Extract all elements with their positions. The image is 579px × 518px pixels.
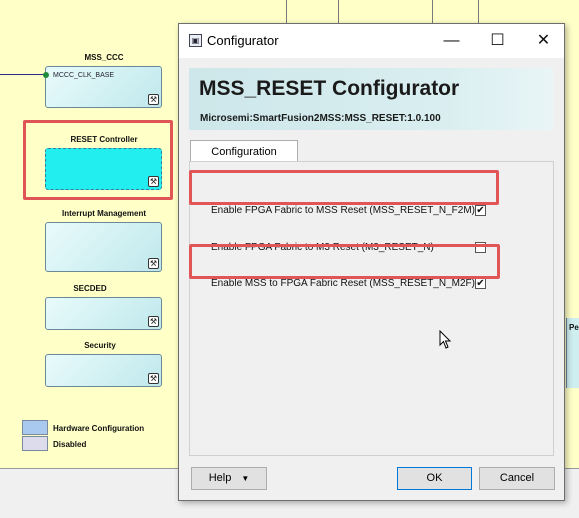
block-title-interrupt-management: Interrupt Management <box>61 209 146 218</box>
legend-swatch-hardware <box>22 420 48 435</box>
wire <box>478 0 479 23</box>
app-icon: ▣ <box>189 34 202 47</box>
block-title-security: Security <box>84 341 116 350</box>
checkbox-f2m[interactable]: ✔ <box>475 205 486 216</box>
interrupt-management-block[interactable]: ⚒ <box>45 222 162 272</box>
port-label: MCCC_CLK_BASE <box>53 72 115 79</box>
close-button[interactable]: ✕ <box>521 24 566 58</box>
highlight-reset-controller <box>23 120 173 200</box>
minimize-button[interactable]: — <box>429 24 474 58</box>
highlight-option-f2m <box>189 170 499 205</box>
security-block[interactable]: ⚒ <box>45 354 162 387</box>
wire <box>0 74 46 75</box>
configurator-dialog: ▣ Configurator — ☐ ✕ MSS_RESET Configura… <box>178 23 565 501</box>
option-label-f2m: Enable FPGA Fabric to MSS Reset (MSS_RES… <box>211 205 475 216</box>
configuration-panel: Enable FPGA Fabric to MSS Reset (MSS_RES… <box>189 161 554 456</box>
header-subtitle: Microsemi:SmartFusion2MSS:MSS_RESET:1.0.… <box>200 113 441 124</box>
wrench-icon[interactable]: ⚒ <box>148 94 159 105</box>
secded-block[interactable]: ⚒ <box>45 297 162 330</box>
window-title: Configurator <box>207 33 279 48</box>
ok-button[interactable]: OK <box>397 467 472 490</box>
block-title-mss-ccc: MSS_CCC <box>84 53 124 62</box>
offscreen-block-label: Pe <box>569 323 579 332</box>
wire <box>432 0 433 23</box>
title-bar[interactable]: ▣ Configurator — ☐ ✕ <box>179 24 564 58</box>
legend-swatch-disabled <box>22 436 48 451</box>
maximize-button[interactable]: ☐ <box>475 24 520 58</box>
header-title: MSS_RESET Configurator <box>199 77 460 100</box>
help-button[interactable]: Help ▼ <box>191 467 267 490</box>
header-band: MSS_RESET Configurator Microsemi:SmartFu… <box>189 68 553 130</box>
mss-ccc-block[interactable]: MCCC_CLK_BASE ⚒ <box>43 66 162 108</box>
mouse-cursor-icon <box>439 330 452 349</box>
cancel-button[interactable]: Cancel <box>479 467 555 490</box>
help-button-label: Help <box>208 472 232 484</box>
wrench-icon[interactable]: ⚒ <box>148 258 159 269</box>
legend-label-hardware: Hardware Configuration <box>53 424 145 433</box>
legend-label-disabled: Disabled <box>53 440 87 449</box>
block-title-secded: SECDED <box>73 284 107 293</box>
wire <box>338 0 339 23</box>
dropdown-arrow-icon: ▼ <box>241 474 250 483</box>
wrench-icon[interactable]: ⚒ <box>148 316 159 327</box>
offscreen-block[interactable]: Pe <box>566 318 579 388</box>
tab-configuration[interactable]: Configuration <box>190 140 298 162</box>
port-dot <box>43 72 49 78</box>
option-label-m2f: Enable MSS to FPGA Fabric Reset (MSS_RES… <box>211 278 475 289</box>
wrench-icon[interactable]: ⚒ <box>148 373 159 384</box>
wire <box>286 0 287 23</box>
highlight-option-m2f <box>189 244 500 279</box>
checkbox-m2f[interactable]: ✔ <box>475 278 486 289</box>
